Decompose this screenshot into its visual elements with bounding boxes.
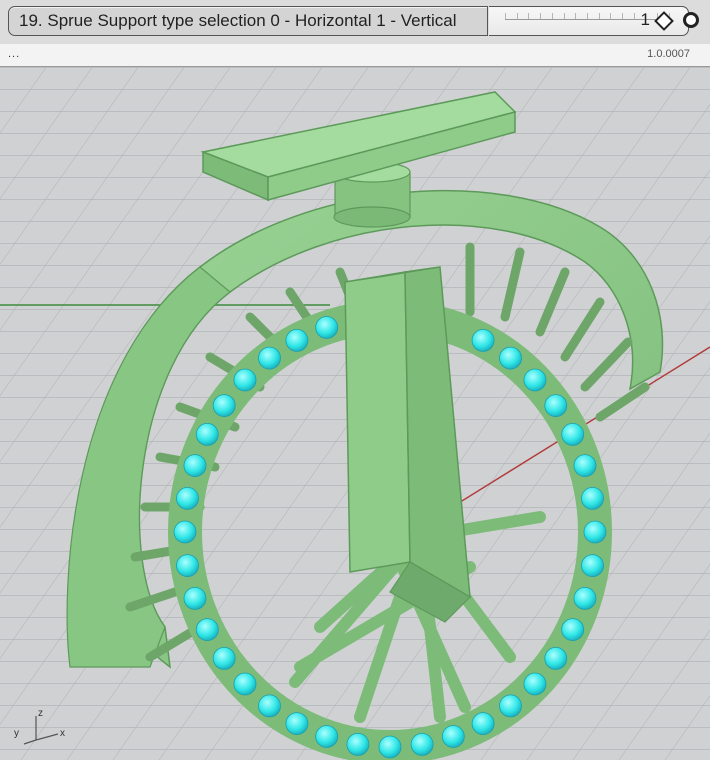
viewport-canvas: [0, 67, 710, 760]
support-bulb: [195, 422, 219, 446]
support-bulb: [176, 486, 199, 510]
support-bulb: [285, 328, 309, 352]
support-bulb: [561, 422, 585, 446]
support-bulb: [581, 554, 604, 578]
support-bulb: [573, 587, 597, 610]
version-label: 1.0.0007: [647, 48, 690, 60]
support-bulb: [441, 725, 465, 748]
support-bulb: [285, 712, 309, 735]
support-bulb: [176, 554, 199, 578]
status-strip: ... 1.0.0007: [0, 44, 710, 67]
support-bulb: [499, 694, 522, 718]
support-bulb: [544, 394, 568, 418]
support-bulb: [195, 618, 219, 641]
support-bulb: [346, 733, 370, 756]
support-bulb: [581, 486, 604, 510]
axis-z-label: z: [38, 708, 43, 719]
sprue-support-slider[interactable]: 19. Sprue Support type selection 0 - Hor…: [0, 0, 710, 44]
support-bulb: [499, 346, 522, 370]
slider-label: 19. Sprue Support type selection 0 - Hor…: [8, 6, 488, 36]
support-bulb: [561, 618, 585, 641]
axis-y-label: y: [14, 728, 19, 739]
support-bulb: [212, 394, 236, 418]
slider-track[interactable]: 1: [489, 6, 689, 36]
status-dots: ...: [8, 48, 21, 60]
support-bulb: [233, 368, 257, 392]
support-bulb: [212, 647, 236, 670]
support-bulb: [583, 520, 607, 544]
support-bulb: [523, 368, 547, 392]
slider-value: 1: [640, 10, 650, 29]
support-bulb: [183, 454, 207, 478]
support-bulb: [183, 587, 207, 610]
support-bulb: [471, 712, 495, 735]
output-grip-icon[interactable]: [683, 12, 699, 28]
support-bulb: [315, 316, 339, 339]
axis-x-label: x: [60, 728, 65, 739]
support-bulb: [410, 733, 434, 756]
support-bulb: [378, 735, 402, 759]
axis-indicator-icon: z x y: [14, 708, 65, 745]
support-bulb: [258, 694, 281, 718]
support-bulb: [233, 672, 257, 696]
support-bulb: [573, 454, 597, 478]
perspective-viewport[interactable]: z x y: [0, 67, 710, 760]
support-bulb: [544, 647, 568, 670]
support-bulb: [258, 346, 281, 370]
support-bulb: [471, 328, 495, 352]
support-bulb: [315, 725, 339, 748]
support-bulb: [523, 672, 547, 696]
support-bulb: [173, 520, 197, 544]
